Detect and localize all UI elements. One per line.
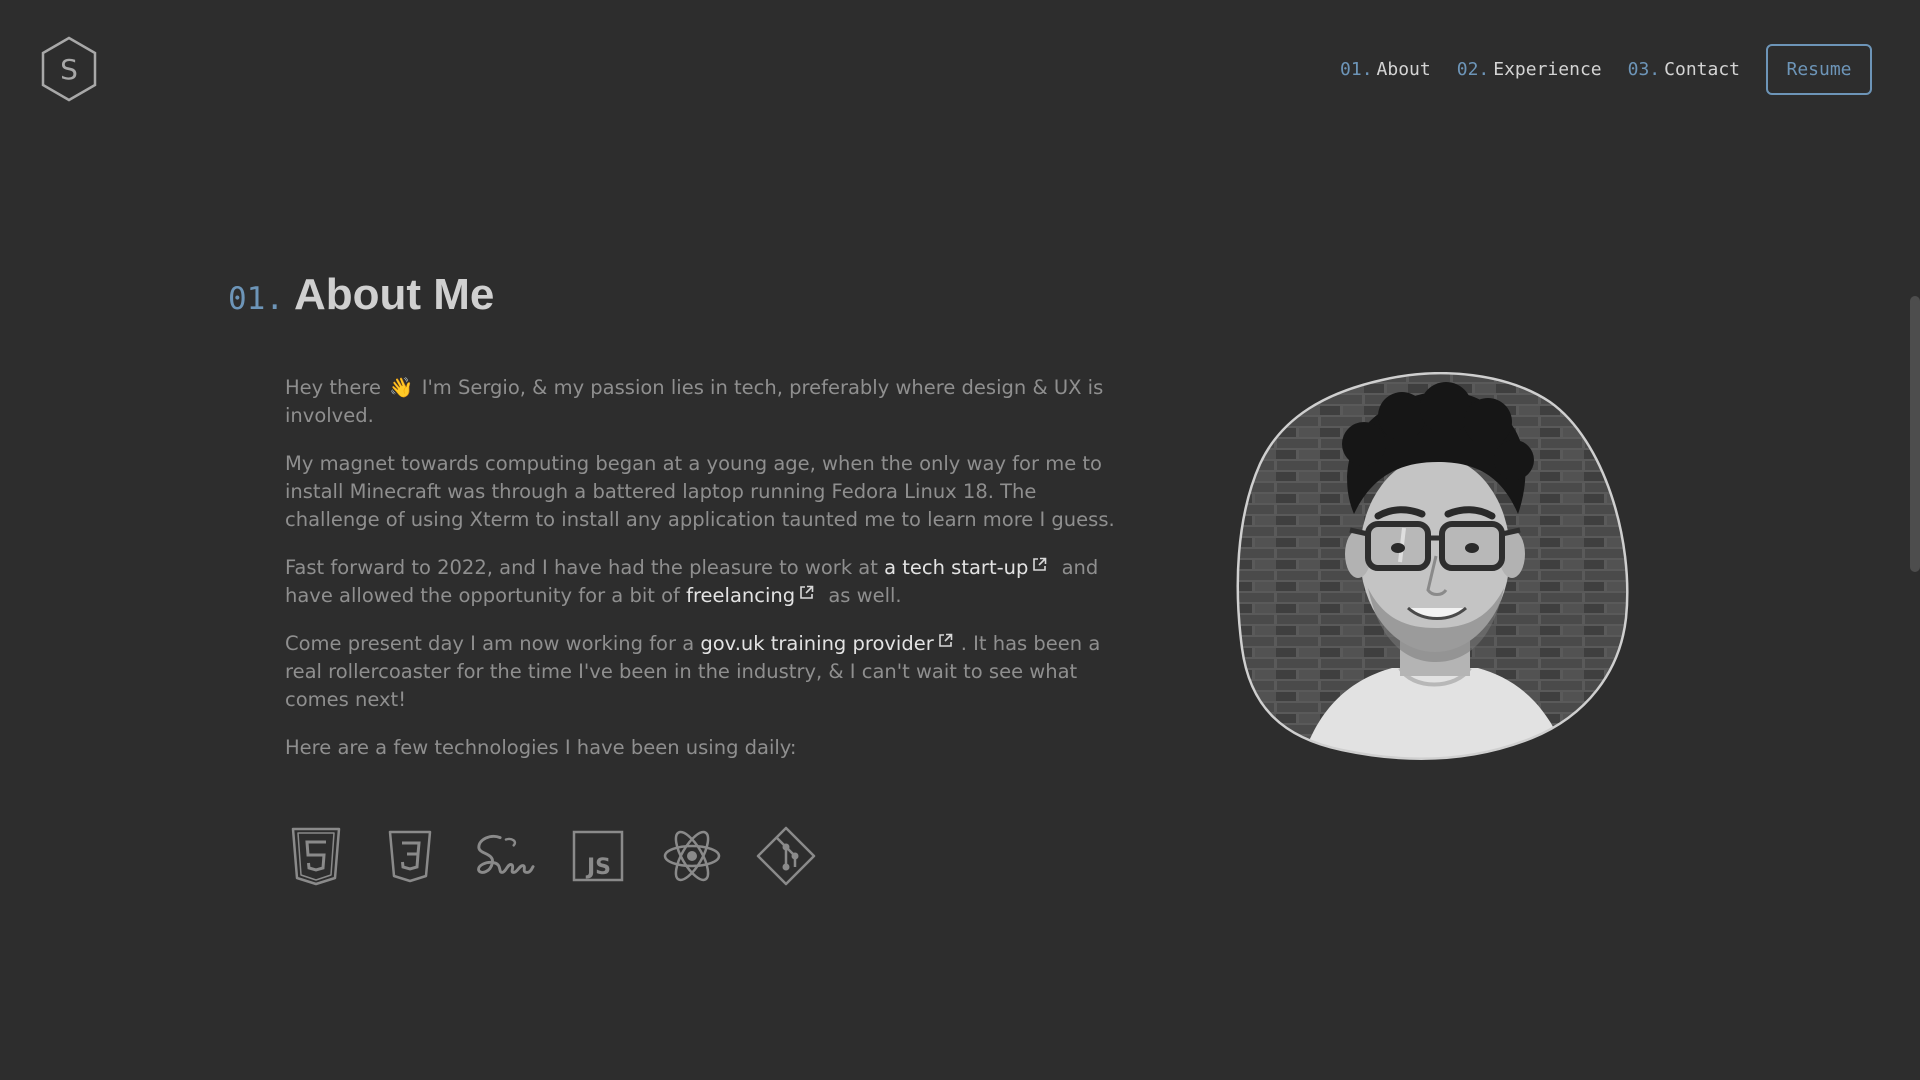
resume-button[interactable]: Resume <box>1766 43 1872 95</box>
nav-item-experience[interactable]: 02. Experience <box>1457 59 1602 80</box>
about-paragraph-career: Fast forward to 2022, and I have had the… <box>285 554 1120 610</box>
career-text-end: as well. <box>828 584 902 607</box>
svg-text:JS: JS <box>585 855 611 880</box>
section-number: 01. <box>228 281 284 317</box>
career-text-start: Fast forward to 2022, and I have had the… <box>285 556 878 579</box>
scrollbar-thumb[interactable] <box>1910 296 1920 572</box>
section-heading: 01. About Me <box>228 270 494 320</box>
javascript-icon: JS <box>567 824 629 888</box>
about-paragraph-intro: Hey there 👋 I'm Sergio, & my passion lie… <box>285 374 1120 430</box>
about-paragraph-present: Come present day I am now working for a … <box>285 630 1120 714</box>
tech-startup-link[interactable]: a tech start-up <box>884 556 1055 579</box>
about-text: Hey there 👋 I'm Sergio, & my passion lie… <box>285 374 1120 762</box>
present-text-start: Come present day I am now working for a <box>285 632 695 655</box>
nav-item-label: Contact <box>1664 58 1740 80</box>
external-link-icon <box>800 585 814 599</box>
freelancing-link-label: freelancing <box>686 584 796 607</box>
top-nav: 01. About 02. Experience 03. Contact Resume <box>1314 42 1920 96</box>
tech-startup-link-label: a tech start-up <box>884 556 1029 579</box>
gov-uk-training-provider-link[interactable]: gov.uk training provider <box>700 632 960 655</box>
react-icon <box>661 824 723 888</box>
gov-uk-link-label: gov.uk training provider <box>700 632 934 655</box>
external-link-icon <box>938 633 953 647</box>
intro-text-start: Hey there <box>285 376 381 399</box>
logo-letter: S <box>60 53 78 86</box>
technologies-intro: Here are a few technologies I have been … <box>285 736 797 759</box>
nav-item-number: 03. <box>1627 58 1661 80</box>
nav-item-label: About <box>1376 58 1431 80</box>
sass-icon <box>473 824 535 888</box>
nav-item-number: 01. <box>1340 58 1373 80</box>
about-paragraph-origin: My magnet towards computing began at a y… <box>285 452 1115 531</box>
nav-item-about[interactable]: 01. About <box>1340 59 1431 80</box>
waving-hand-emoji: 👋 <box>389 376 414 399</box>
nav-item-contact[interactable]: 03. Contact <box>1628 59 1740 80</box>
git-icon <box>755 824 817 888</box>
nav-item-number: 02. <box>1456 58 1490 80</box>
section-title: About Me <box>294 270 495 319</box>
hexagon-logo-icon[interactable]: S <box>40 36 98 102</box>
nav-item-label: Experience <box>1493 58 1602 80</box>
freelancing-link[interactable]: freelancing <box>686 584 822 607</box>
technology-icons: JS <box>285 824 849 888</box>
html5-icon <box>285 824 347 888</box>
external-link-icon <box>1033 557 1047 571</box>
css3-icon <box>379 824 441 888</box>
profile-photo <box>1236 372 1629 760</box>
